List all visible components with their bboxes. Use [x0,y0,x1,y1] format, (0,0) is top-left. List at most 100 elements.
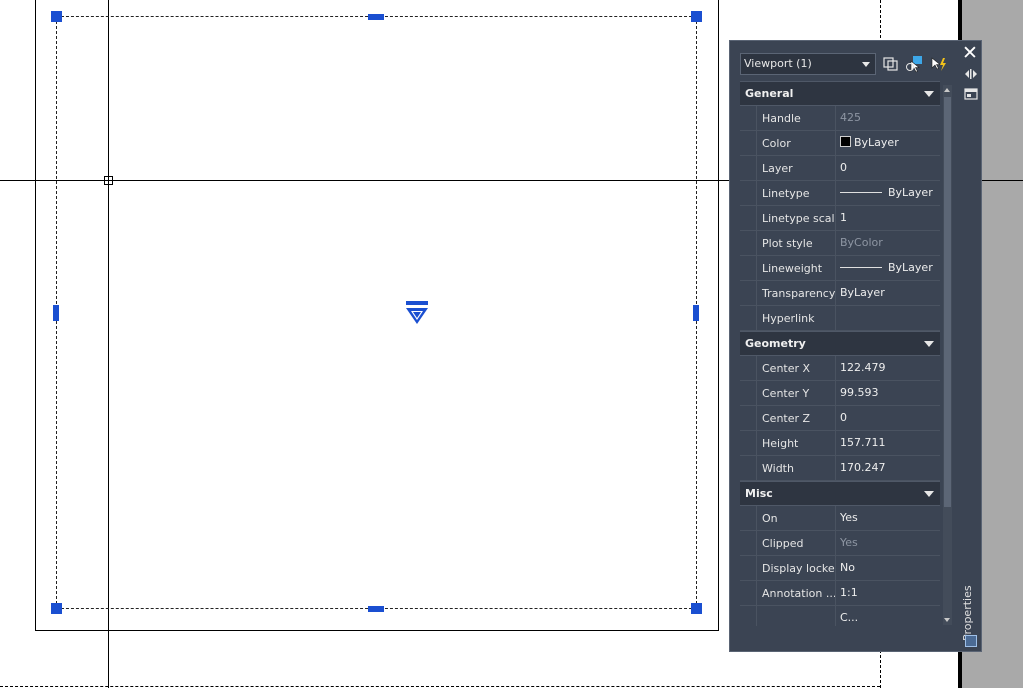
property-row-hyperlink[interactable]: Hyperlink [740,306,940,331]
property-name: Clipped [756,531,836,555]
viewport-arrow-icon[interactable] [405,300,429,326]
property-row-clipped[interactable]: Clipped Yes [740,531,940,556]
property-row-linetype-scale[interactable]: Linetype scale 1 [740,206,940,231]
property-name: Lineweight [756,256,836,280]
property-name: Handle [756,106,836,130]
viewport-grip-left-mid[interactable] [53,305,59,321]
property-value: 425 [840,111,861,124]
property-value: Yes [840,511,858,524]
property-row-handle[interactable]: Handle 425 [740,106,940,131]
property-value: 99.593 [840,386,879,399]
chevron-down-icon [924,491,934,497]
section-title: Misc [745,487,773,500]
property-name: Linetype scale [756,206,836,230]
property-name: Center Y [756,381,836,405]
viewport-grip-top-left[interactable] [51,11,62,22]
lineweight-preview-icon [840,267,882,268]
property-row-on[interactable]: On Yes [740,506,940,531]
select-objects-icon[interactable] [906,55,924,73]
crosshair-horizontal-right [982,180,1023,181]
scroll-thumb[interactable] [944,97,951,507]
property-row-color[interactable]: Color ByLayer [740,131,940,156]
viewport-grip-bottom-left[interactable] [51,603,62,614]
property-row-center-x[interactable]: Center X 122.479 [740,356,940,381]
property-row-display-locked[interactable]: Display locked No [740,556,940,581]
property-value: ByLayer [854,136,899,149]
property-name: Center X [756,356,836,380]
property-name: Width [756,456,836,480]
property-row-lineweight[interactable]: Lineweight ByLayer [740,256,940,281]
property-row-layer[interactable]: Layer 0 [740,156,940,181]
scroll-up-icon[interactable] [944,88,950,92]
chevron-down-icon [862,62,870,67]
property-name: Layer [756,156,836,180]
property-row-plot-style[interactable]: Plot style ByColor [740,231,940,256]
section-title: General [745,87,794,100]
quick-select-icon[interactable] [930,55,948,73]
layout-border-left [35,0,36,631]
section-general[interactable]: General [740,81,940,106]
section-geometry[interactable]: Geometry [740,331,940,356]
property-row-center-z[interactable]: Center Z 0 [740,406,940,431]
property-row-linetype[interactable]: Linetype ByLayer [740,181,940,206]
properties-scrollbar[interactable] [943,85,952,625]
property-name: Center Z [756,406,836,430]
toggle-pickadd-icon[interactable] [882,55,900,73]
property-name: Display locked [756,556,836,580]
color-swatch-icon [840,136,851,147]
property-name: Color [756,131,836,155]
property-value: 1 [840,211,847,224]
property-value: 1:1 [840,586,858,599]
scroll-down-icon[interactable] [944,618,950,622]
property-name: Annotation ... [756,581,836,605]
property-name: Linetype [756,181,836,205]
property-row-width[interactable]: Width 170.247 [740,456,940,481]
properties-palette: Viewport (1) General Handle 425 Color ByLa… [729,40,982,652]
property-value [837,306,940,330]
properties-icon [965,635,977,647]
viewport-grip-top-right[interactable] [691,11,702,22]
chevron-down-icon [924,91,934,97]
object-type-dropdown[interactable]: Viewport (1) [740,53,876,75]
object-type-value: Viewport (1) [744,57,812,70]
property-value: ByColor [840,236,883,249]
property-value: 157.711 [840,436,886,449]
property-name: Hyperlink [756,306,836,330]
viewport-grip-right-mid[interactable] [693,305,699,321]
viewport-grip-bottom-right[interactable] [691,603,702,614]
viewport-grip-top-mid[interactable] [368,14,384,20]
layout-border-bottom [35,630,719,631]
property-row-annotation-scale[interactable]: Annotation ... 1:1 [740,581,940,606]
properties-menu-icon[interactable] [964,88,978,100]
auto-hide-icon[interactable] [964,68,978,80]
chevron-down-icon [924,341,934,347]
close-icon[interactable]: ✕ [962,44,978,63]
property-value: ByLayer [888,186,933,199]
section-misc[interactable]: Misc [740,481,940,506]
property-value: No [840,561,855,574]
linetype-preview-icon [840,192,882,193]
property-value: 0 [840,411,847,424]
property-value: 122.479 [840,361,886,374]
viewport-grip-bottom-mid[interactable] [368,606,384,612]
property-name: Plot style [756,231,836,255]
property-value: ByLayer [888,261,933,274]
viewport-selection-boundary[interactable] [56,16,697,609]
property-row-center-y[interactable]: Center Y 99.593 [740,381,940,406]
property-value: ByLayer [840,286,885,299]
layout-border-right [718,0,719,631]
property-row-transparency[interactable]: Transparency ByLayer [740,281,940,306]
property-value: C... [840,611,859,624]
property-value: 170.247 [840,461,886,474]
printable-area-bottom [0,686,880,687]
properties-grid: General Handle 425 Color ByLayer Layer 0 Li… [740,81,940,626]
property-name: Height [756,431,836,455]
property-name: Transparency [756,281,836,305]
property-name [756,606,836,626]
palette-title: Properties [961,585,974,641]
property-name: On [756,506,836,530]
section-title: Geometry [745,337,806,350]
property-row-partial[interactable]: C... [740,606,940,626]
property-value: Yes [840,536,858,549]
property-row-height[interactable]: Height 157.711 [740,431,940,456]
